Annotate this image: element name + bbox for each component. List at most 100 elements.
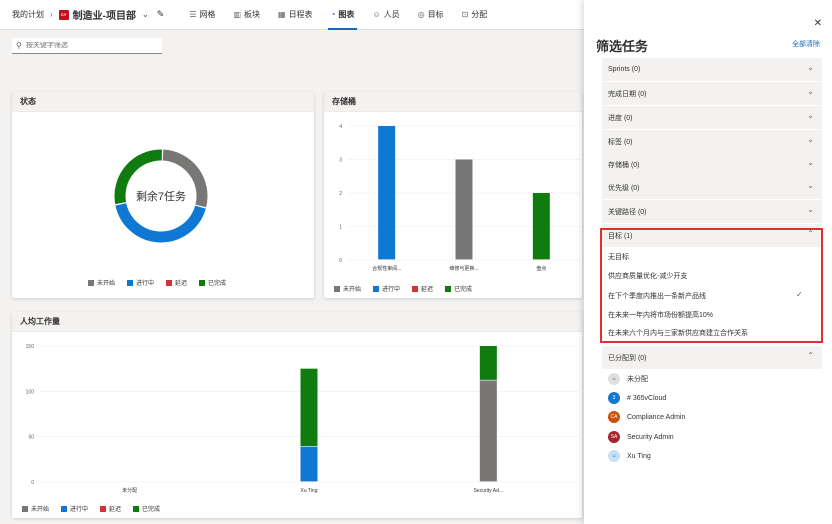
- person-compliance-admin[interactable]: CA Compliance Admin: [608, 411, 685, 423]
- avatar-photo-icon: ☺: [608, 450, 620, 462]
- bar-0[interactable]: [378, 126, 396, 260]
- filter-assigned[interactable]: 已分配到 (0) ⌃: [602, 346, 822, 369]
- goal-option-new-product-line[interactable]: 在下个季度内推出一条新产品线: [608, 291, 706, 301]
- avatar: SA: [608, 431, 620, 443]
- status-card-title: 状态: [12, 92, 314, 112]
- tab-grid[interactable]: ☰ 网格: [180, 0, 224, 30]
- status-card: 状态 剩余7任务 未开始 进行中 延迟 已完成: [12, 92, 314, 298]
- tab-charts[interactable]: ◔ 图表: [322, 0, 364, 30]
- x-tick-label: Security Ad...: [474, 488, 503, 494]
- panel-title: 筛选任务: [596, 39, 649, 54]
- chevron-down-icon: ⌄: [807, 181, 814, 190]
- project-selector[interactable]: CY 制造业-项目部 ⌄: [58, 7, 149, 22]
- legend-completed: 已完成: [199, 278, 226, 287]
- breadcrumb-my-plans[interactable]: 我的计划: [12, 9, 44, 20]
- bar-1[interactable]: [300, 368, 318, 447]
- search-input[interactable]: [25, 42, 146, 49]
- filter-sprints[interactable]: Sprints (0) ⌄: [602, 58, 822, 81]
- person-365vcloud[interactable]: 3 # 365vCloud: [608, 392, 666, 404]
- tab-schedule[interactable]: ▦ 日程表: [269, 0, 322, 30]
- search-box[interactable]: ⚲: [12, 38, 162, 54]
- y-tick-label: 50: [28, 435, 34, 441]
- goal-option-new-suppliers[interactable]: 在未来六个月内与三家新供应商建立合作关系: [608, 328, 748, 338]
- avatar: CA: [608, 411, 620, 423]
- legend-not-started: 未开始: [22, 504, 49, 513]
- members-card: 人均工作量 0 50 100 150 未分配 Xu Ting Security Ad... …: [12, 312, 582, 518]
- tab-people[interactable]: ☺ 人员: [363, 0, 408, 30]
- filter-labels[interactable]: 标签 (0) ⌄: [602, 130, 822, 153]
- filter-goal[interactable]: 目标 (1) ⌃: [602, 224, 822, 247]
- members-legend: 未开始 进行中 延迟 已完成: [22, 504, 172, 513]
- x-tick-label: Xu Ting: [301, 488, 318, 494]
- members-bar-chart: 0 50 100 150 未分配 Xu Ting Security Ad...: [26, 344, 578, 494]
- legend-in-progress: 进行中: [373, 284, 400, 293]
- filter-panel: ✕ 筛选任务 全部清除 Sprints (0) ⌄ 完成日期 (0) ⌄ 进度 (0…: [584, 0, 832, 524]
- donut-center-label: 剩余7任务: [136, 189, 186, 203]
- legend-completed: 已完成: [133, 504, 160, 513]
- avatar: 3: [608, 392, 620, 404]
- bar-2[interactable]: [479, 346, 497, 380]
- y-tick-label: 2: [339, 191, 342, 197]
- goal-option-none[interactable]: 无目标: [608, 252, 629, 262]
- chevron-down-icon: ⌄: [807, 205, 814, 214]
- legend-in-progress: 进行中: [61, 504, 88, 513]
- chevron-down-icon: ⌄: [807, 63, 814, 72]
- x-tick-label: 合规性审阅...: [372, 265, 401, 272]
- y-tick-label: 1: [339, 225, 342, 231]
- y-tick-label: 150: [26, 344, 35, 350]
- filter-priority[interactable]: 优先级 (0) ⌄: [602, 176, 822, 199]
- view-tabs: ☰ 网格 ▥ 板块 ▦ 日程表 ◔ 图表 ☺ 人员 ◎ 目标 ⊡ 分配: [180, 0, 496, 30]
- legend-late: 延迟: [166, 278, 187, 287]
- y-tick-label: 3: [339, 158, 342, 164]
- chevron-up-icon: ⌃: [807, 351, 814, 360]
- tab-assign[interactable]: ⊡ 分配: [453, 0, 497, 30]
- chevron-up-icon: ⌃: [807, 229, 814, 238]
- bar-2[interactable]: [479, 380, 497, 482]
- chevron-down-icon: ⌄: [807, 87, 814, 96]
- bucket-card: 存储桶 0 1 2 3 4 合规性审阅... 维修与更换... 盘点 未开始 进行中 延迟 已…: [324, 92, 582, 298]
- legend-late: 延迟: [412, 284, 433, 293]
- person-unassigned[interactable]: ☺ 未分配: [608, 373, 648, 385]
- chevron-down-icon[interactable]: ⌄: [142, 10, 149, 19]
- y-tick-label: 0: [31, 480, 34, 486]
- x-tick-label: 维修与更换...: [449, 265, 478, 272]
- chevron-down-icon: ⌄: [807, 158, 814, 167]
- chevron-right-icon: ›: [50, 10, 53, 19]
- pin-icon[interactable]: ✎: [157, 9, 165, 20]
- person-security-admin[interactable]: SA Security Admin: [608, 431, 674, 443]
- bucket-card-title: 存储桶: [324, 92, 582, 112]
- bar-1[interactable]: [455, 159, 473, 260]
- filter-bucket[interactable]: 存储桶 (0) ⌄: [602, 153, 822, 176]
- members-card-title: 人均工作量: [12, 312, 582, 332]
- person-xu-ting[interactable]: ☺ Xu Ting: [608, 450, 651, 462]
- tab-goals[interactable]: ◎ 目标: [409, 0, 453, 30]
- people-icon: ☺: [372, 10, 381, 19]
- legend-late: 延迟: [100, 504, 121, 513]
- project-icon: CY: [58, 9, 69, 20]
- goal-option-supplier-quality[interactable]: 供应商质量优化-减少开支: [608, 271, 687, 281]
- search-icon: ⚲: [16, 41, 22, 50]
- x-tick-label: 盘点: [536, 265, 546, 272]
- y-tick-label: 4: [339, 124, 342, 130]
- legend-not-started: 未开始: [334, 284, 361, 293]
- filter-progress[interactable]: 进度 (0) ⌄: [602, 106, 822, 129]
- status-legend: 未开始 进行中 延迟 已完成: [88, 278, 238, 287]
- bar-2[interactable]: [532, 193, 550, 260]
- bucket-bar-chart: 0 1 2 3 4 合规性审阅... 维修与更换... 盘点: [339, 124, 580, 272]
- goal-option-market-share[interactable]: 在未来一年内将市场份额提高10%: [608, 310, 713, 320]
- filter-due-date[interactable]: 完成日期 (0) ⌄: [602, 82, 822, 105]
- grid-icon: ☰: [189, 10, 197, 19]
- legend-completed: 已完成: [445, 284, 472, 293]
- close-icon[interactable]: ✕: [814, 18, 822, 29]
- checkmark-icon: ✓: [796, 290, 803, 299]
- legend-not-started: 未开始: [88, 278, 115, 287]
- donut-slice-1[interactable]: [115, 202, 206, 243]
- assign-icon: ⊡: [461, 10, 469, 19]
- tab-board[interactable]: ▥ 板块: [224, 0, 269, 30]
- bar-1[interactable]: [300, 446, 318, 482]
- chevron-down-icon: ⌄: [807, 111, 814, 120]
- filter-critical-path[interactable]: 关键路径 (0) ⌄: [602, 200, 822, 223]
- breadcrumb: 我的计划 › CY 制造业-项目部 ⌄ ✎: [12, 7, 164, 22]
- clear-all-link[interactable]: 全部清除: [792, 39, 820, 49]
- calendar-icon: ▦: [278, 10, 286, 19]
